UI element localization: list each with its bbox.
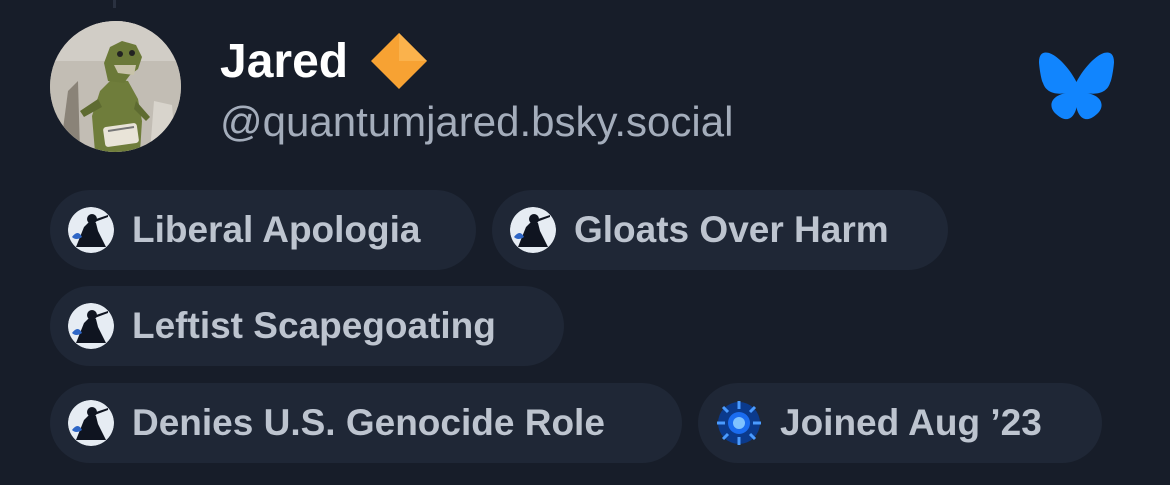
profile-name-row: Jared [220, 30, 430, 92]
thread-line [113, 0, 116, 8]
orange-diamond-icon [371, 33, 428, 89]
handle[interactable]: @quantumjared.bsky.social [220, 98, 733, 146]
badge-pill[interactable]: Leftist Scapegoating [50, 286, 564, 366]
badge-pill[interactable]: Joined Aug ’23 [698, 383, 1102, 463]
shadow-figure-icon [510, 207, 556, 253]
display-name[interactable]: Jared [220, 34, 348, 89]
blue-sun-icon [717, 401, 761, 445]
badge-label: Leftist Scapegoating [132, 305, 496, 346]
badge-pill[interactable]: Gloats Over Harm [492, 190, 948, 270]
badge-pill[interactable]: Denies U.S. Genocide Role [50, 383, 682, 463]
badge-label: Denies U.S. Genocide Role [132, 402, 605, 443]
avatar-image [50, 21, 181, 152]
bluesky-butterfly-icon[interactable] [1039, 52, 1114, 120]
badge-label: Joined Aug ’23 [780, 402, 1042, 443]
avatar[interactable] [50, 21, 181, 152]
shadow-figure-icon [68, 207, 114, 253]
badge-label: Gloats Over Harm [574, 209, 889, 250]
badge-label: Liberal Apologia [132, 209, 421, 250]
shadow-figure-icon [68, 400, 114, 446]
shadow-figure-icon [68, 303, 114, 349]
badge-pill[interactable]: Liberal Apologia [50, 190, 476, 270]
